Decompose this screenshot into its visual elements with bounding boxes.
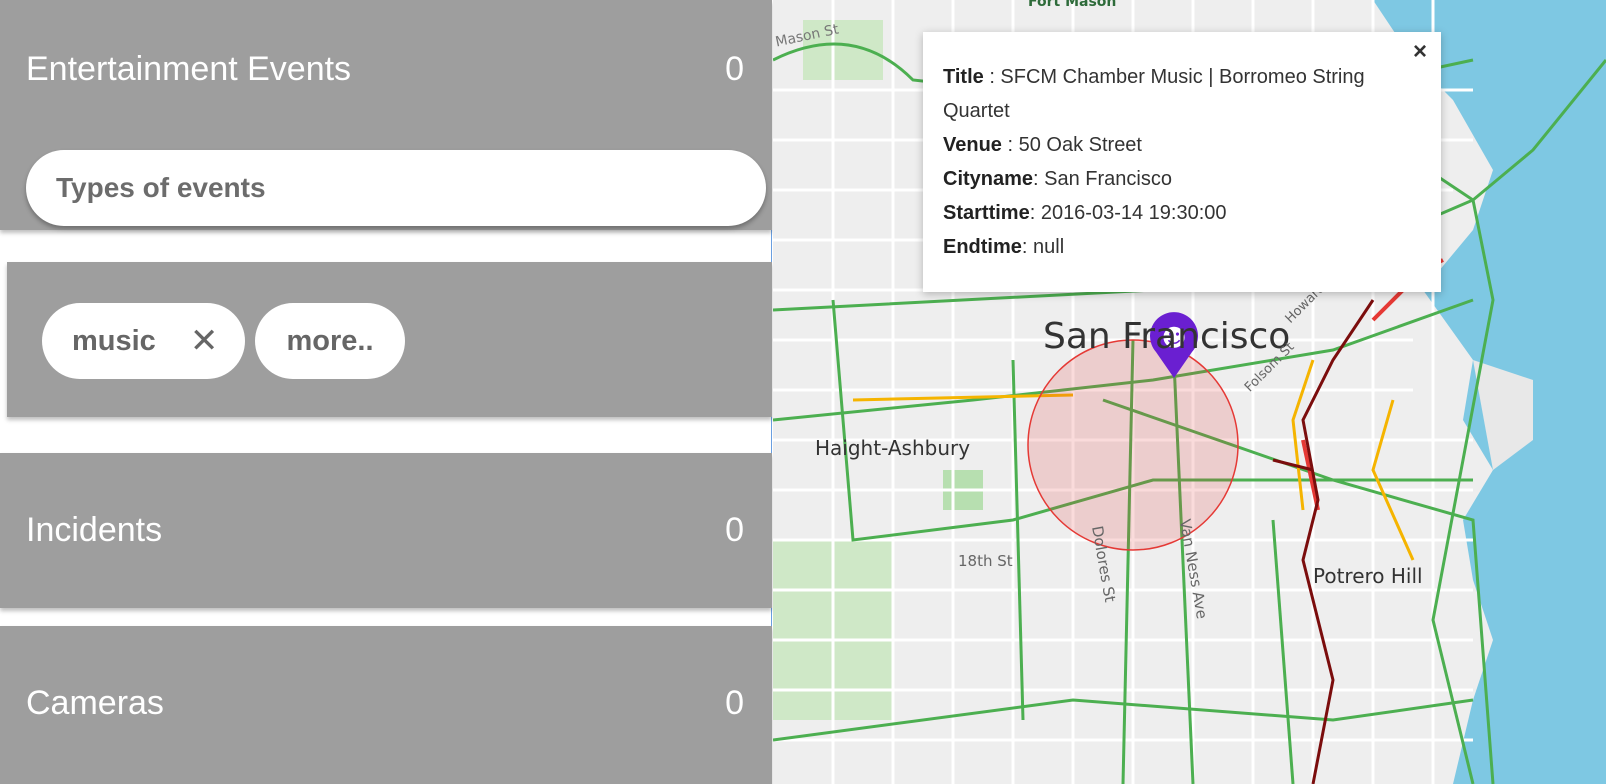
label-city: San Francisco [1043, 316, 1291, 357]
chip-music-label: music [72, 324, 156, 357]
label-potrero-hill: Potrero Hill [1313, 564, 1423, 588]
search-radius-circle [1027, 339, 1239, 551]
cameras-title: Cameras [26, 684, 164, 722]
event-popup: × Title : SFCM Chamber Music | Borromeo … [923, 32, 1441, 292]
popup-venue-label: Venue [943, 134, 1002, 156]
label-haight-ashbury: Haight-Ashbury [815, 436, 971, 460]
popup-city-row: Cityname: San Francisco [943, 162, 1405, 196]
popup-title-row: Title : SFCM Chamber Music | Borromeo St… [943, 60, 1405, 128]
popup-start-label: Starttime [943, 202, 1030, 224]
incidents-count: 0 [725, 511, 744, 549]
popup-end-label: Endtime [943, 236, 1022, 258]
popup-title-label: Title [943, 66, 984, 88]
entertainment-events-count: 0 [725, 50, 744, 88]
popup-start-row: Starttime: 2016-03-14 19:30:00 [943, 196, 1405, 230]
chip-more[interactable]: more.. [255, 303, 405, 379]
popup-venue-value: : 50 Oak Street [1001, 134, 1142, 156]
cameras-count: 0 [725, 684, 744, 722]
popup-venue-row: Venue : 50 Oak Street [943, 128, 1405, 162]
popup-end-row: Endtime: null [943, 230, 1405, 264]
entertainment-events-header[interactable]: Entertainment Events 0 [26, 50, 744, 89]
popup-end-value: : null [1021, 236, 1065, 258]
entertainment-events-panel[interactable]: Entertainment Events 0 [0, 0, 772, 230]
cameras-header[interactable]: Cameras 0 [26, 684, 744, 723]
sidebar: Entertainment Events 0 music ✕ more.. In… [0, 0, 772, 784]
popup-body: Title : SFCM Chamber Music | Borromeo St… [943, 60, 1405, 264]
incidents-panel[interactable]: Incidents 0 [0, 453, 772, 608]
incidents-header[interactable]: Incidents 0 [26, 511, 744, 550]
close-icon[interactable]: × [1413, 38, 1427, 66]
popup-city-value: : San Francisco [1033, 168, 1172, 190]
label-18th-st: 18th St [958, 552, 1013, 570]
event-types-search [26, 150, 766, 226]
event-types-input[interactable] [54, 171, 738, 205]
popup-title-value: : SFCM Chamber Music | Borromeo String Q… [943, 66, 1365, 122]
label-fort-mason: Fort Mason [1028, 0, 1117, 10]
close-icon[interactable]: ✕ [190, 321, 219, 361]
entertainment-events-title: Entertainment Events [26, 50, 352, 88]
popup-start-value: : 2016-03-14 19:30:00 [1029, 202, 1227, 224]
cameras-panel[interactable]: Cameras 0 [0, 626, 772, 784]
incidents-title: Incidents [26, 511, 163, 549]
selected-event-types: music ✕ more.. [7, 262, 772, 417]
chip-music[interactable]: music ✕ [42, 303, 245, 379]
popup-city-label: Cityname [943, 168, 1034, 190]
